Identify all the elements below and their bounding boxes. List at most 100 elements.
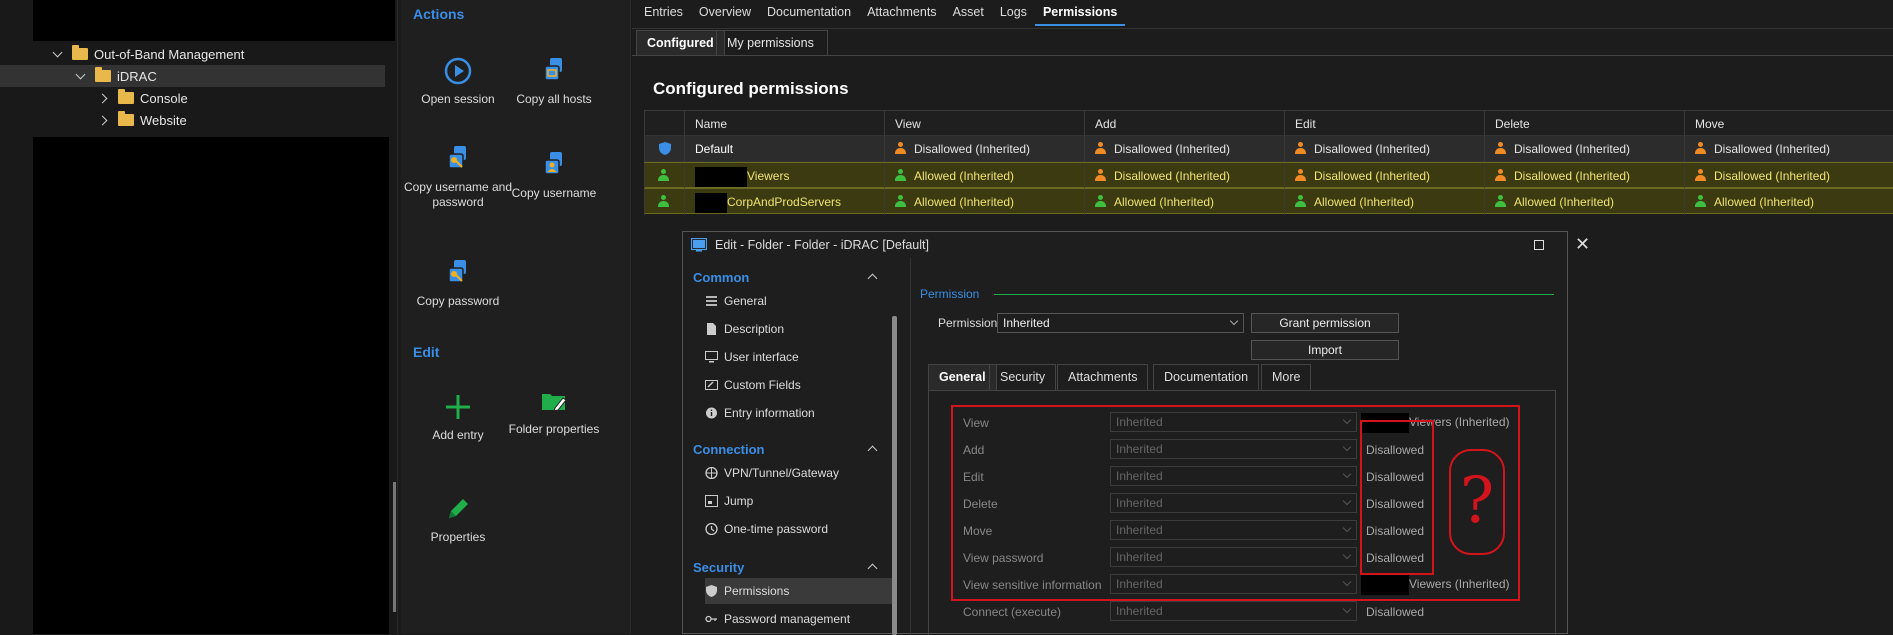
chevron-up-icon[interactable] <box>867 273 878 284</box>
tab-documentation[interactable]: Documentation <box>759 0 859 26</box>
header-icon-cell <box>644 111 684 137</box>
tree-item-idrac[interactable]: iDRAC <box>0 65 385 87</box>
annotation-outline <box>1360 420 1434 575</box>
dialog-titlebar[interactable]: Edit - Folder - Folder - iDRAC [Default]… <box>683 232 1590 258</box>
copy-username-icon <box>544 152 562 175</box>
section-divider <box>994 294 1554 295</box>
folder-icon <box>118 111 134 126</box>
chevron-right-icon[interactable] <box>98 114 110 126</box>
nav-user-interface[interactable]: User interface <box>705 344 895 370</box>
category-connection[interactable]: Connection <box>693 442 878 457</box>
properties-button[interactable]: Properties <box>403 494 513 545</box>
nav-label: Description <box>724 322 785 336</box>
document-icon <box>707 323 716 335</box>
category-security[interactable]: Security <box>693 560 878 575</box>
cell-add: Disallowed (Inherited) <box>1084 136 1284 162</box>
user-icon <box>1295 195 1306 207</box>
nav-jump[interactable]: Jump <box>705 488 895 514</box>
cell-text: Allowed (Inherited) <box>914 169 1015 183</box>
copy-username-label: Copy username <box>511 186 597 200</box>
header-edit[interactable]: Edit <box>1284 111 1484 137</box>
user-icon <box>1495 169 1506 181</box>
nav-label: User interface <box>724 350 799 364</box>
row-name-text: CorpAndProdServers <box>727 195 842 209</box>
header-move[interactable]: Move <box>1684 111 1893 137</box>
tab-documentation[interactable]: Documentation <box>1153 364 1260 390</box>
cell-text: Disallowed (Inherited) <box>1514 142 1631 156</box>
user-icon <box>1495 195 1506 207</box>
open-session-button[interactable]: Open session <box>403 56 513 107</box>
chevron-down-icon[interactable] <box>75 70 87 82</box>
connect-select[interactable]: Inherited <box>1110 601 1357 621</box>
copy-password-button[interactable]: Copy password <box>403 258 513 309</box>
copy-username-password-label: Copy username and password <box>403 180 513 209</box>
user-icon <box>1695 142 1706 154</box>
row-icon-cell <box>644 189 684 215</box>
scrollbar-thumb[interactable] <box>393 482 396 612</box>
tab-entries[interactable]: Entries <box>636 0 691 26</box>
clock-icon <box>705 523 718 535</box>
copy-all-hosts-button[interactable]: Copy all hosts <box>499 56 609 107</box>
category-common[interactable]: Common <box>693 270 878 285</box>
tree-item-console[interactable]: Console <box>0 87 385 109</box>
nav-password-management[interactable]: Password management <box>705 606 895 626</box>
header-add[interactable]: Add <box>1084 111 1284 137</box>
import-button[interactable]: Import <box>1251 340 1399 360</box>
tab-security[interactable]: Security <box>989 364 1057 390</box>
table-row-viewers[interactable]: Viewers Allowed (Inherited) Disallowed (… <box>644 162 1893 189</box>
close-icon[interactable]: ✕ <box>1575 235 1590 253</box>
copy-username-button[interactable]: Copy username <box>499 150 609 201</box>
user-icon <box>1695 169 1706 181</box>
subtab-my-permissions[interactable]: My permissions <box>716 30 828 55</box>
row-name: CorpAndProdServers <box>684 189 884 215</box>
subtab-configured[interactable]: Configured <box>636 30 725 55</box>
folder-icon <box>95 67 111 82</box>
cell-text: Allowed (Inherited) <box>1714 195 1815 209</box>
tab-logs[interactable]: Logs <box>992 0 1035 26</box>
tab-overview[interactable]: Overview <box>691 0 759 26</box>
header-delete[interactable]: Delete <box>1484 111 1684 137</box>
copy-credentials-icon <box>448 146 466 169</box>
tab-attachments[interactable]: Attachments <box>859 0 944 26</box>
copy-password-icon <box>448 260 466 283</box>
group-icon <box>658 195 669 207</box>
folder-icon <box>118 89 134 104</box>
chevron-down-icon <box>1342 604 1352 614</box>
properties-label: Properties <box>430 530 486 544</box>
tab-asset[interactable]: Asset <box>945 0 992 26</box>
nav-otp[interactable]: One-time password <box>705 516 895 542</box>
tab-general[interactable]: General <box>928 364 997 390</box>
tab-permissions[interactable]: Permissions <box>1034 0 1126 26</box>
maximize-icon[interactable] <box>1534 240 1544 250</box>
scrollbar-thumb[interactable] <box>892 316 897 635</box>
permissions-select[interactable]: Inherited <box>997 313 1244 333</box>
nav-description[interactable]: Description <box>705 316 895 342</box>
nav-entry-information[interactable]: Entry information <box>705 400 895 426</box>
tree-item-out-of-band[interactable]: Out-of-Band Management <box>0 43 385 65</box>
user-icon <box>1295 142 1306 154</box>
table-row-default[interactable]: Default Disallowed (Inherited) Disallowe… <box>644 136 1893 162</box>
tab-attachments[interactable]: Attachments <box>1057 364 1149 390</box>
header-name[interactable]: Name <box>684 111 884 137</box>
chevron-up-icon[interactable] <box>867 445 878 456</box>
chevron-down-icon[interactable] <box>52 48 64 60</box>
nav-general[interactable]: General <box>705 288 895 314</box>
cell-add: Disallowed (Inherited) <box>1084 163 1284 189</box>
edit-folder-dialog: Edit - Folder - Folder - iDRAC [Default]… <box>682 231 1590 635</box>
folder-properties-button[interactable]: Folder properties <box>499 386 609 437</box>
nav-permissions[interactable]: Permissions <box>705 578 895 604</box>
nav-custom-fields[interactable]: Custom Fields <box>705 372 895 398</box>
grant-permission-button[interactable]: Grant permission <box>1251 313 1399 333</box>
nav-vpn[interactable]: VPN/Tunnel/Gateway <box>705 460 895 486</box>
main-tabs: Entries Overview Documentation Attachmen… <box>636 0 1126 26</box>
chevron-up-icon[interactable] <box>867 563 878 574</box>
copy-all-hosts-label: Copy all hosts <box>516 92 592 106</box>
header-view[interactable]: View <box>884 111 1084 137</box>
tree-item-website[interactable]: Website <box>0 109 385 131</box>
tab-more[interactable]: More <box>1261 364 1312 390</box>
add-entry-button[interactable]: Add entry <box>403 392 513 443</box>
table-row-corpandprodservers[interactable]: CorpAndProdServers Allowed (Inherited) A… <box>644 188 1893 215</box>
chevron-down-icon <box>1229 316 1239 326</box>
copy-username-password-button[interactable]: Copy username and password <box>403 144 513 210</box>
chevron-right-icon[interactable] <box>98 92 110 104</box>
